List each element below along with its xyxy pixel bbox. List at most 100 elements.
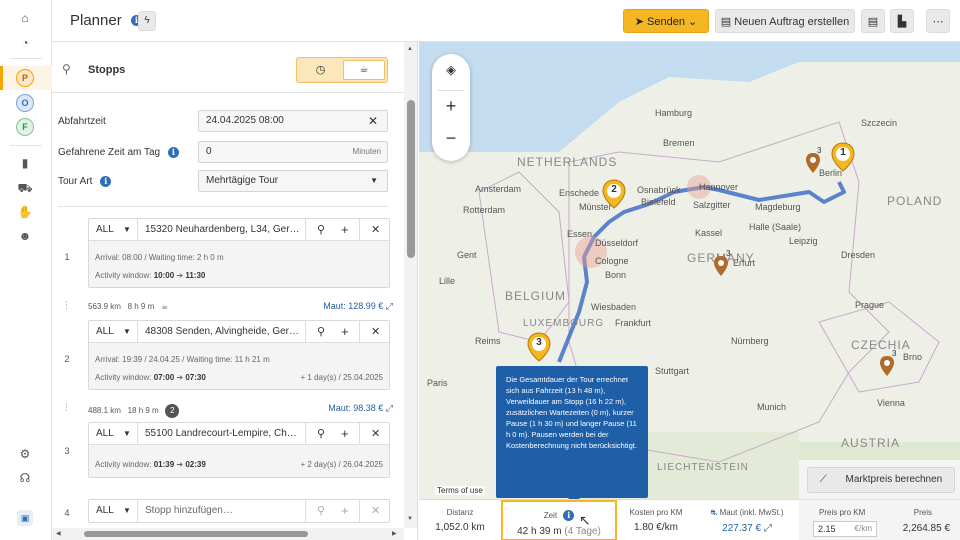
info-icon[interactable]: i xyxy=(100,176,112,187)
tour-type-select[interactable]: Mehrtägige Tour ▼ xyxy=(198,170,388,192)
close-icon[interactable]: ✕ xyxy=(371,504,380,517)
scroll-right-icon[interactable]: ▶ xyxy=(392,530,397,537)
time-header: Zeit i xyxy=(503,510,615,521)
departure-field[interactable]: 24.04.2025 08:00 ✕ xyxy=(198,110,388,132)
pdf-button[interactable]: ▤ xyxy=(861,9,885,33)
scrollbar-thumb[interactable] xyxy=(84,531,308,537)
stop-filter[interactable]: ALL xyxy=(96,428,114,439)
caret-down-icon[interactable]: ▼ xyxy=(123,327,131,336)
info-icon[interactable]: i xyxy=(563,510,575,521)
city-label: Hamburg xyxy=(655,108,693,118)
drag-handle-icon[interactable]: ⋮ xyxy=(62,402,71,413)
poi-pin[interactable] xyxy=(713,255,729,277)
users-icon[interactable]: ☻ xyxy=(17,228,33,244)
pin-number: 3 xyxy=(536,337,542,348)
scroll-left-icon[interactable]: ◀ xyxy=(56,530,61,537)
caret-down-icon[interactable]: ▼ xyxy=(123,429,131,438)
rail-divider xyxy=(10,58,42,59)
chart-button[interactable]: ▙ xyxy=(890,9,914,33)
caret-down-icon[interactable]: ▼ xyxy=(123,506,131,515)
excel-icon[interactable]: ▣ xyxy=(17,510,33,526)
stop-filter[interactable]: ALL xyxy=(96,505,114,516)
leg-distance: 488.1 km xyxy=(88,406,121,415)
bookmark-icon[interactable]: ▮ xyxy=(17,155,33,171)
stop-filter[interactable]: ALL xyxy=(96,326,114,337)
close-icon[interactable]: ✕ xyxy=(371,223,380,236)
terms-link[interactable]: Terms of use xyxy=(435,486,485,495)
close-icon[interactable]: ✕ xyxy=(371,427,380,440)
market-price-button[interactable]: ⟋ Marktpreis berechnen xyxy=(807,467,955,493)
cost-per-km-label: Kosten pro KM xyxy=(629,508,683,517)
window-to: 07:30 xyxy=(185,373,206,382)
stop-number: 3 xyxy=(64,446,70,456)
window-from: 10:00 xyxy=(153,271,175,280)
separator xyxy=(137,423,138,445)
coffee-icon: ☕ xyxy=(359,64,369,75)
stop-number: 2 xyxy=(64,354,70,364)
more-button[interactable]: ⋯ xyxy=(926,9,950,33)
driven-unit: Minuten xyxy=(352,147,381,156)
leg-1-toll[interactable]: Maut: 128.99 € ⤢ xyxy=(323,301,393,312)
location-pin-icon[interactable]: ⚲ xyxy=(317,427,325,440)
info-icon[interactable]: i xyxy=(167,147,179,158)
coffee-toggle[interactable]: ☕ xyxy=(343,60,385,80)
drag-handle-icon[interactable]: ⋮ xyxy=(62,300,71,311)
scroll-down-icon[interactable]: ▼ xyxy=(407,516,413,522)
location-pin-icon[interactable]: ⚲ xyxy=(317,504,325,517)
handshake-icon[interactable]: ✋ xyxy=(17,204,33,220)
city-label: Frankfurt xyxy=(615,318,652,328)
layers-icon[interactable]: ◈ xyxy=(432,62,470,78)
toll-value-wrap[interactable]: 227.37 € ⤢ xyxy=(695,523,799,534)
pie-chart-icon[interactable]: ◔ xyxy=(17,35,33,51)
new-order-button[interactable]: ▤ Neuen Auftrag erstellen xyxy=(715,9,855,33)
stop-filter[interactable]: ALL xyxy=(96,224,114,235)
plus-icon[interactable]: + xyxy=(341,503,349,518)
poi-pin[interactable] xyxy=(805,152,821,174)
gear-icon[interactable]: ⚙ xyxy=(17,446,33,462)
driven-value: 0 xyxy=(206,146,212,157)
close-icon[interactable]: ✕ xyxy=(371,325,380,338)
clear-icon[interactable]: ✕ xyxy=(368,111,378,131)
price-per-km-input[interactable]: 2.15 €/km xyxy=(813,521,877,537)
leg-2-toll[interactable]: Maut: 98.38 € ⤢ xyxy=(328,403,393,414)
toll-column: ⛐ Maut (inkl. MwSt.) 227.37 € ⤢ xyxy=(695,500,799,540)
scroll-up-icon[interactable]: ▲ xyxy=(407,46,413,52)
send-label: Senden xyxy=(647,16,685,28)
new-order-label: Neuen Auftrag erstellen xyxy=(734,16,850,28)
break-count-badge: 2 xyxy=(165,404,180,418)
stop-address[interactable]: 55100 Landrecourt-Lempire, Ch… xyxy=(145,428,297,439)
scrollbar-thumb[interactable] xyxy=(407,100,415,258)
caret-down-icon[interactable]: ▼ xyxy=(123,225,131,234)
truck-icon[interactable]: ⛟ xyxy=(17,180,33,196)
home-icon[interactable]: ⌂ xyxy=(17,10,33,26)
time-column[interactable]: Zeit i 42 h 39 m (4 Tage) ↖ xyxy=(501,500,617,540)
driven-time-field[interactable]: 0 Minuten xyxy=(198,141,388,163)
separator xyxy=(305,423,306,445)
clock-toggle[interactable]: ◷ xyxy=(300,60,341,80)
vertical-scrollbar[interactable]: ▲ ▼ xyxy=(404,42,417,528)
zoom-in-icon[interactable]: + xyxy=(432,96,470,117)
stop-address[interactable]: 15320 Neuhardenberg, L34, Ger… xyxy=(145,224,300,235)
distance-value: 1,052.0 km xyxy=(435,522,485,533)
rail-item-o[interactable]: O xyxy=(16,94,34,112)
send-button[interactable]: ➤ Senden ⌄ xyxy=(623,9,709,33)
zoom-out-icon[interactable]: − xyxy=(432,128,470,149)
poi-count: 3 xyxy=(726,249,731,258)
location-pin-icon[interactable]: ⚲ xyxy=(317,223,325,236)
support-icon[interactable]: ☊ xyxy=(17,470,33,486)
stop-window: Activity window: 01:39 ➔ 02:39 xyxy=(95,460,206,469)
add-stop-input[interactable]: Stopp hinzufügen… xyxy=(145,505,233,516)
plus-icon[interactable]: + xyxy=(341,426,349,441)
time-tooltip: Die Gesamtdauer der Tour errechnet sich … xyxy=(496,366,648,504)
separator xyxy=(359,423,360,445)
section-title: Stopps xyxy=(88,64,126,76)
plus-icon[interactable]: + xyxy=(341,324,349,339)
plus-icon[interactable]: + xyxy=(341,222,349,237)
stop-address[interactable]: 48308 Senden, Alvingheide, Ger… xyxy=(145,326,299,337)
poi-pin[interactable] xyxy=(879,355,895,377)
horizontal-scrollbar[interactable]: ◀ ▶ xyxy=(52,528,404,540)
lightning-button[interactable]: ϟ xyxy=(138,11,156,31)
rail-item-f[interactable]: F xyxy=(16,118,34,136)
location-pin-icon[interactable]: ⚲ xyxy=(317,325,325,338)
rail-item-p[interactable]: P xyxy=(16,69,34,87)
